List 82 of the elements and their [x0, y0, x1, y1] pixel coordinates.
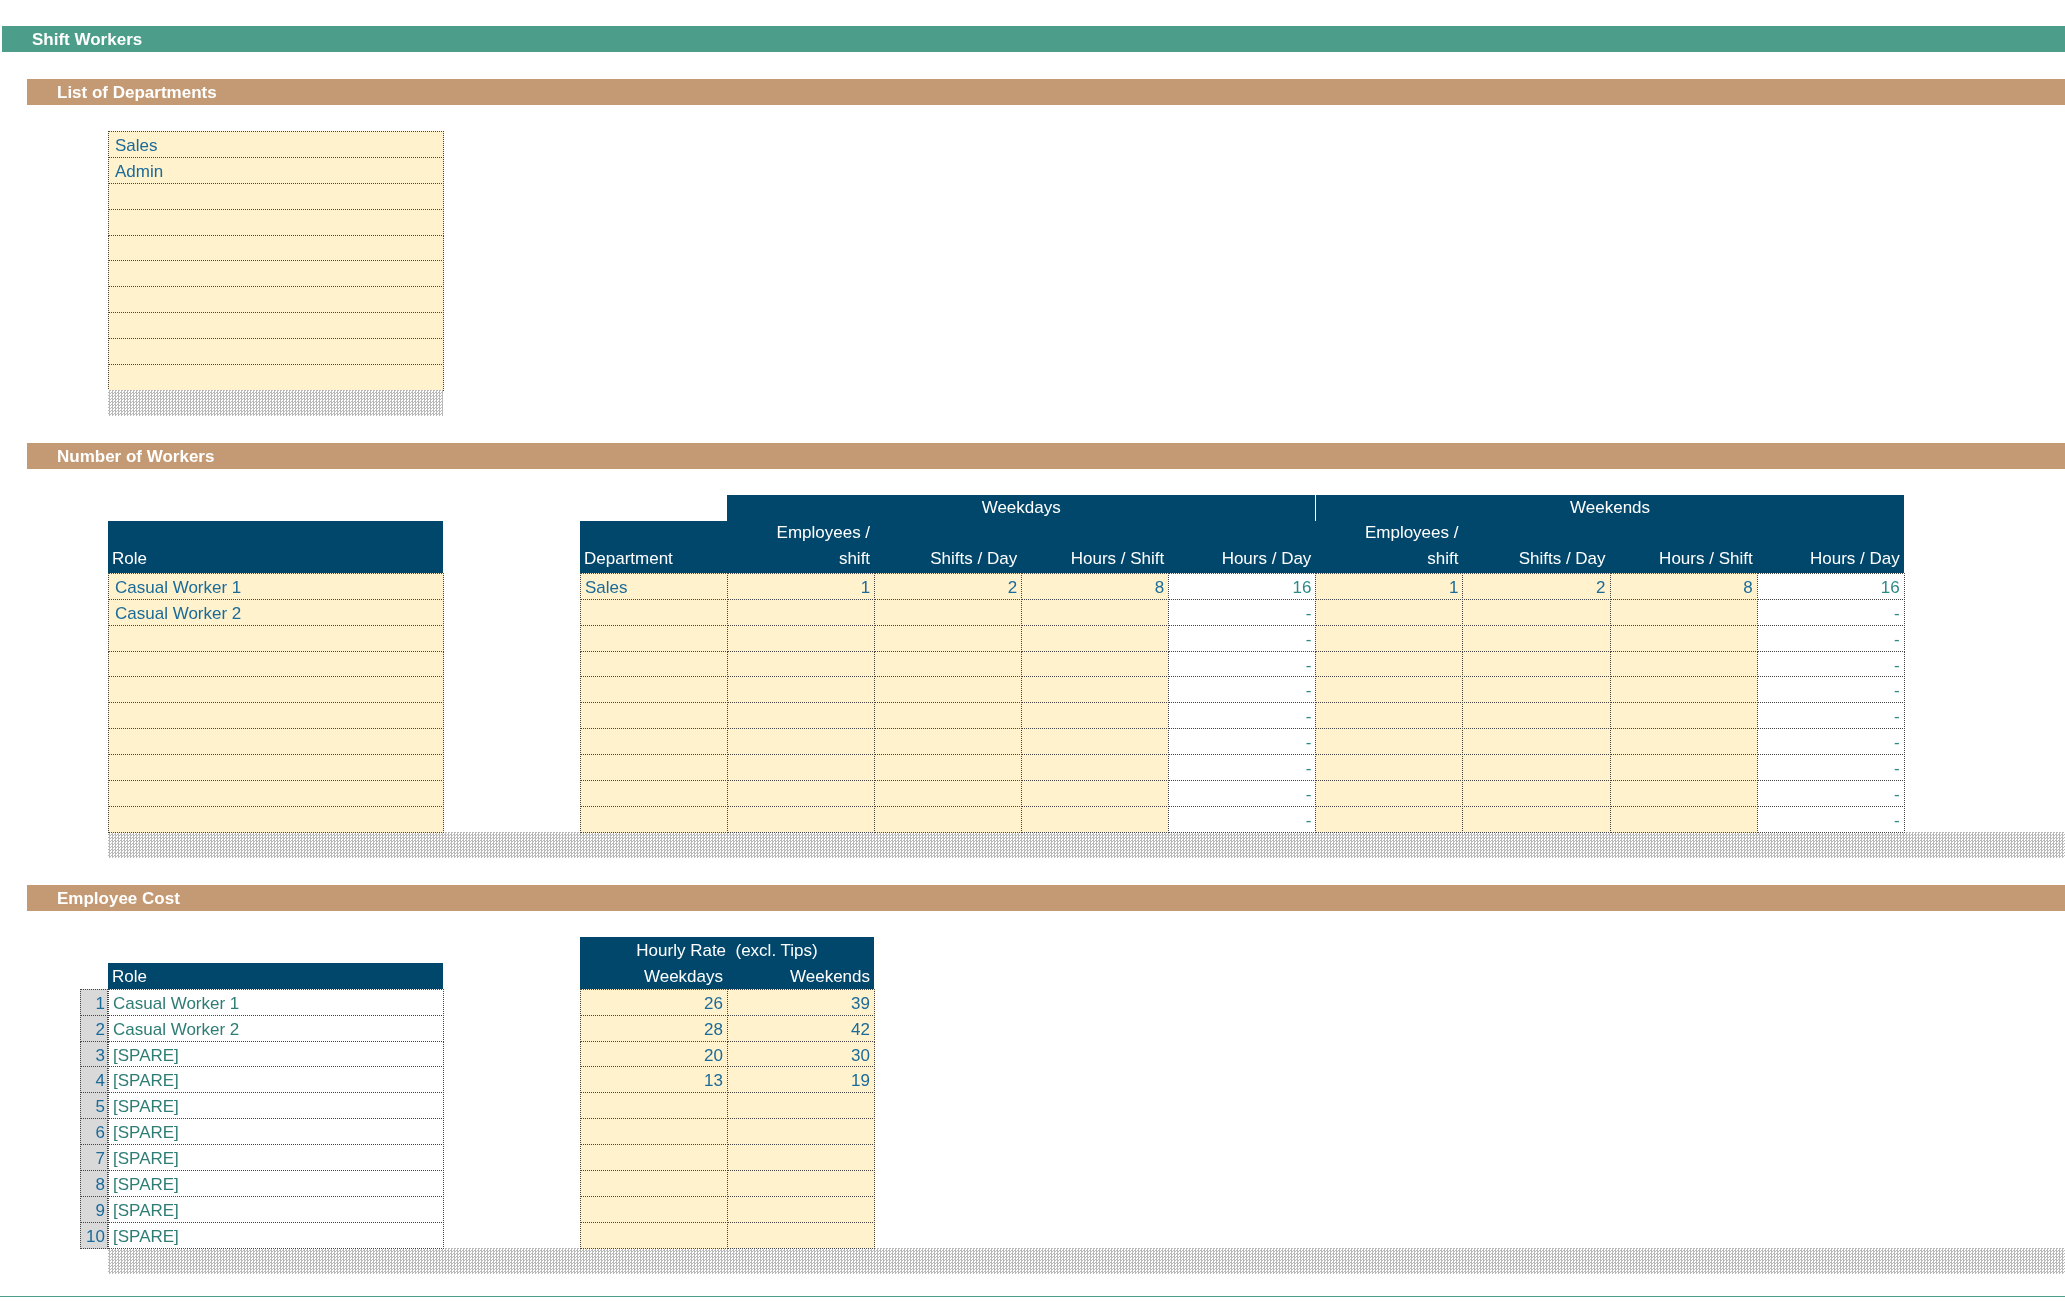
table-cell[interactable]: [SPARE]	[108, 1118, 444, 1146]
table-cell[interactable]	[580, 1221, 728, 1249]
column-header: Role	[108, 520, 443, 573]
table-cell[interactable]: [SPARE]	[108, 1170, 444, 1197]
row-number: 10	[80, 1221, 108, 1249]
column-header: Weekends	[727, 962, 874, 989]
table-cell[interactable]	[108, 364, 444, 391]
column-header: Hours / Day	[1756, 520, 1904, 573]
table-cell[interactable]: Sales	[108, 131, 444, 158]
table-cell[interactable]: 28	[580, 1014, 728, 1042]
table-cell[interactable]	[727, 805, 876, 833]
table-cell: 16	[1756, 572, 1905, 600]
table-cell[interactable]: 13	[580, 1066, 728, 1094]
table-cell[interactable]	[727, 1221, 875, 1249]
table-cell[interactable]	[108, 805, 444, 833]
section-header: List of Departments	[27, 79, 2065, 105]
column-group-header: Hourly Rate (excl. Tips)	[580, 936, 874, 963]
table-cell: -	[1756, 676, 1905, 704]
column-group-header: Weekends	[1315, 494, 1904, 521]
table-cell: -	[1756, 754, 1905, 782]
column-header: Shifts / Day	[874, 520, 1022, 573]
column-header: Hours / Shift	[1021, 520, 1169, 573]
table-cell[interactable]: [SPARE]	[108, 1066, 444, 1094]
table-cell[interactable]: Casual Worker 2	[108, 1014, 444, 1042]
column-header: Employees / shift	[727, 520, 875, 573]
table-cell[interactable]	[108, 624, 444, 652]
table-cell[interactable]	[1609, 805, 1758, 833]
table-cell: 16	[1168, 572, 1317, 600]
table-cell[interactable]: Admin	[108, 156, 444, 184]
title-bar: Shift Workers	[2, 26, 2065, 52]
row-number: 1	[80, 988, 108, 1016]
table-cell[interactable]	[580, 624, 728, 652]
table-cell: -	[1756, 780, 1905, 807]
column-group-header: Weekdays	[727, 494, 1316, 521]
table-cell[interactable]: Casual Worker 1	[108, 988, 444, 1016]
column-header: Weekdays	[580, 962, 727, 989]
table-cell[interactable]	[874, 624, 1023, 652]
table-cell[interactable]	[1021, 624, 1170, 652]
table-cell[interactable]: 8	[1609, 572, 1758, 600]
table-cell: -	[1756, 598, 1905, 626]
row-number: 8	[80, 1170, 108, 1197]
column-header: Hours / Shift	[1609, 520, 1757, 573]
table-cell[interactable]	[108, 208, 444, 236]
table-cell[interactable]: 1	[1315, 572, 1464, 600]
section-header: Number of Workers	[27, 442, 2065, 469]
column-header: Employees / shift	[1315, 520, 1463, 573]
table-cell[interactable]	[874, 805, 1023, 833]
table-cell[interactable]: 2	[874, 572, 1023, 600]
column-header: Role	[108, 962, 443, 989]
table-cell[interactable]: Casual Worker 1	[108, 572, 444, 600]
row-number: 5	[80, 1092, 108, 1120]
table-cell[interactable]: [SPARE]	[108, 1221, 444, 1249]
table-cell[interactable]: [SPARE]	[108, 1195, 444, 1223]
table-cell[interactable]	[1609, 624, 1758, 652]
section-header: Employee Cost	[27, 884, 2065, 911]
table-cell[interactable]: Sales	[580, 572, 728, 600]
table-cell[interactable]: 39	[727, 988, 875, 1016]
row-number: 2	[80, 1014, 108, 1042]
table-cell: -	[1168, 805, 1317, 833]
table-cell[interactable]: 8	[1021, 572, 1170, 600]
table-cell[interactable]	[727, 624, 876, 652]
table-cell: -	[1756, 624, 1905, 652]
table-cell[interactable]: Casual Worker 2	[108, 598, 444, 626]
table-cell: -	[1756, 702, 1905, 730]
table-cell[interactable]: 26	[580, 988, 728, 1016]
column-header: Shifts / Day	[1462, 520, 1610, 573]
table-cell[interactable]: [SPARE]	[108, 1144, 444, 1172]
row-number: 9	[80, 1195, 108, 1223]
column-header: Department	[580, 520, 727, 573]
column-header: Hours / Day	[1168, 520, 1316, 573]
row-number: 7	[80, 1144, 108, 1172]
table-cell[interactable]	[580, 805, 728, 833]
row-number: 4	[80, 1066, 108, 1094]
table-cell[interactable]	[1021, 805, 1170, 833]
row-number: 6	[80, 1118, 108, 1146]
table-cell[interactable]: 19	[727, 1066, 875, 1094]
table-cell: -	[1756, 805, 1905, 833]
table-cell[interactable]: 42	[727, 1014, 875, 1042]
table-cell[interactable]: [SPARE]	[108, 1092, 444, 1120]
table-cell[interactable]: 2	[1462, 572, 1611, 600]
table-cell: -	[1756, 728, 1905, 756]
table-cell[interactable]: 1	[727, 572, 876, 600]
